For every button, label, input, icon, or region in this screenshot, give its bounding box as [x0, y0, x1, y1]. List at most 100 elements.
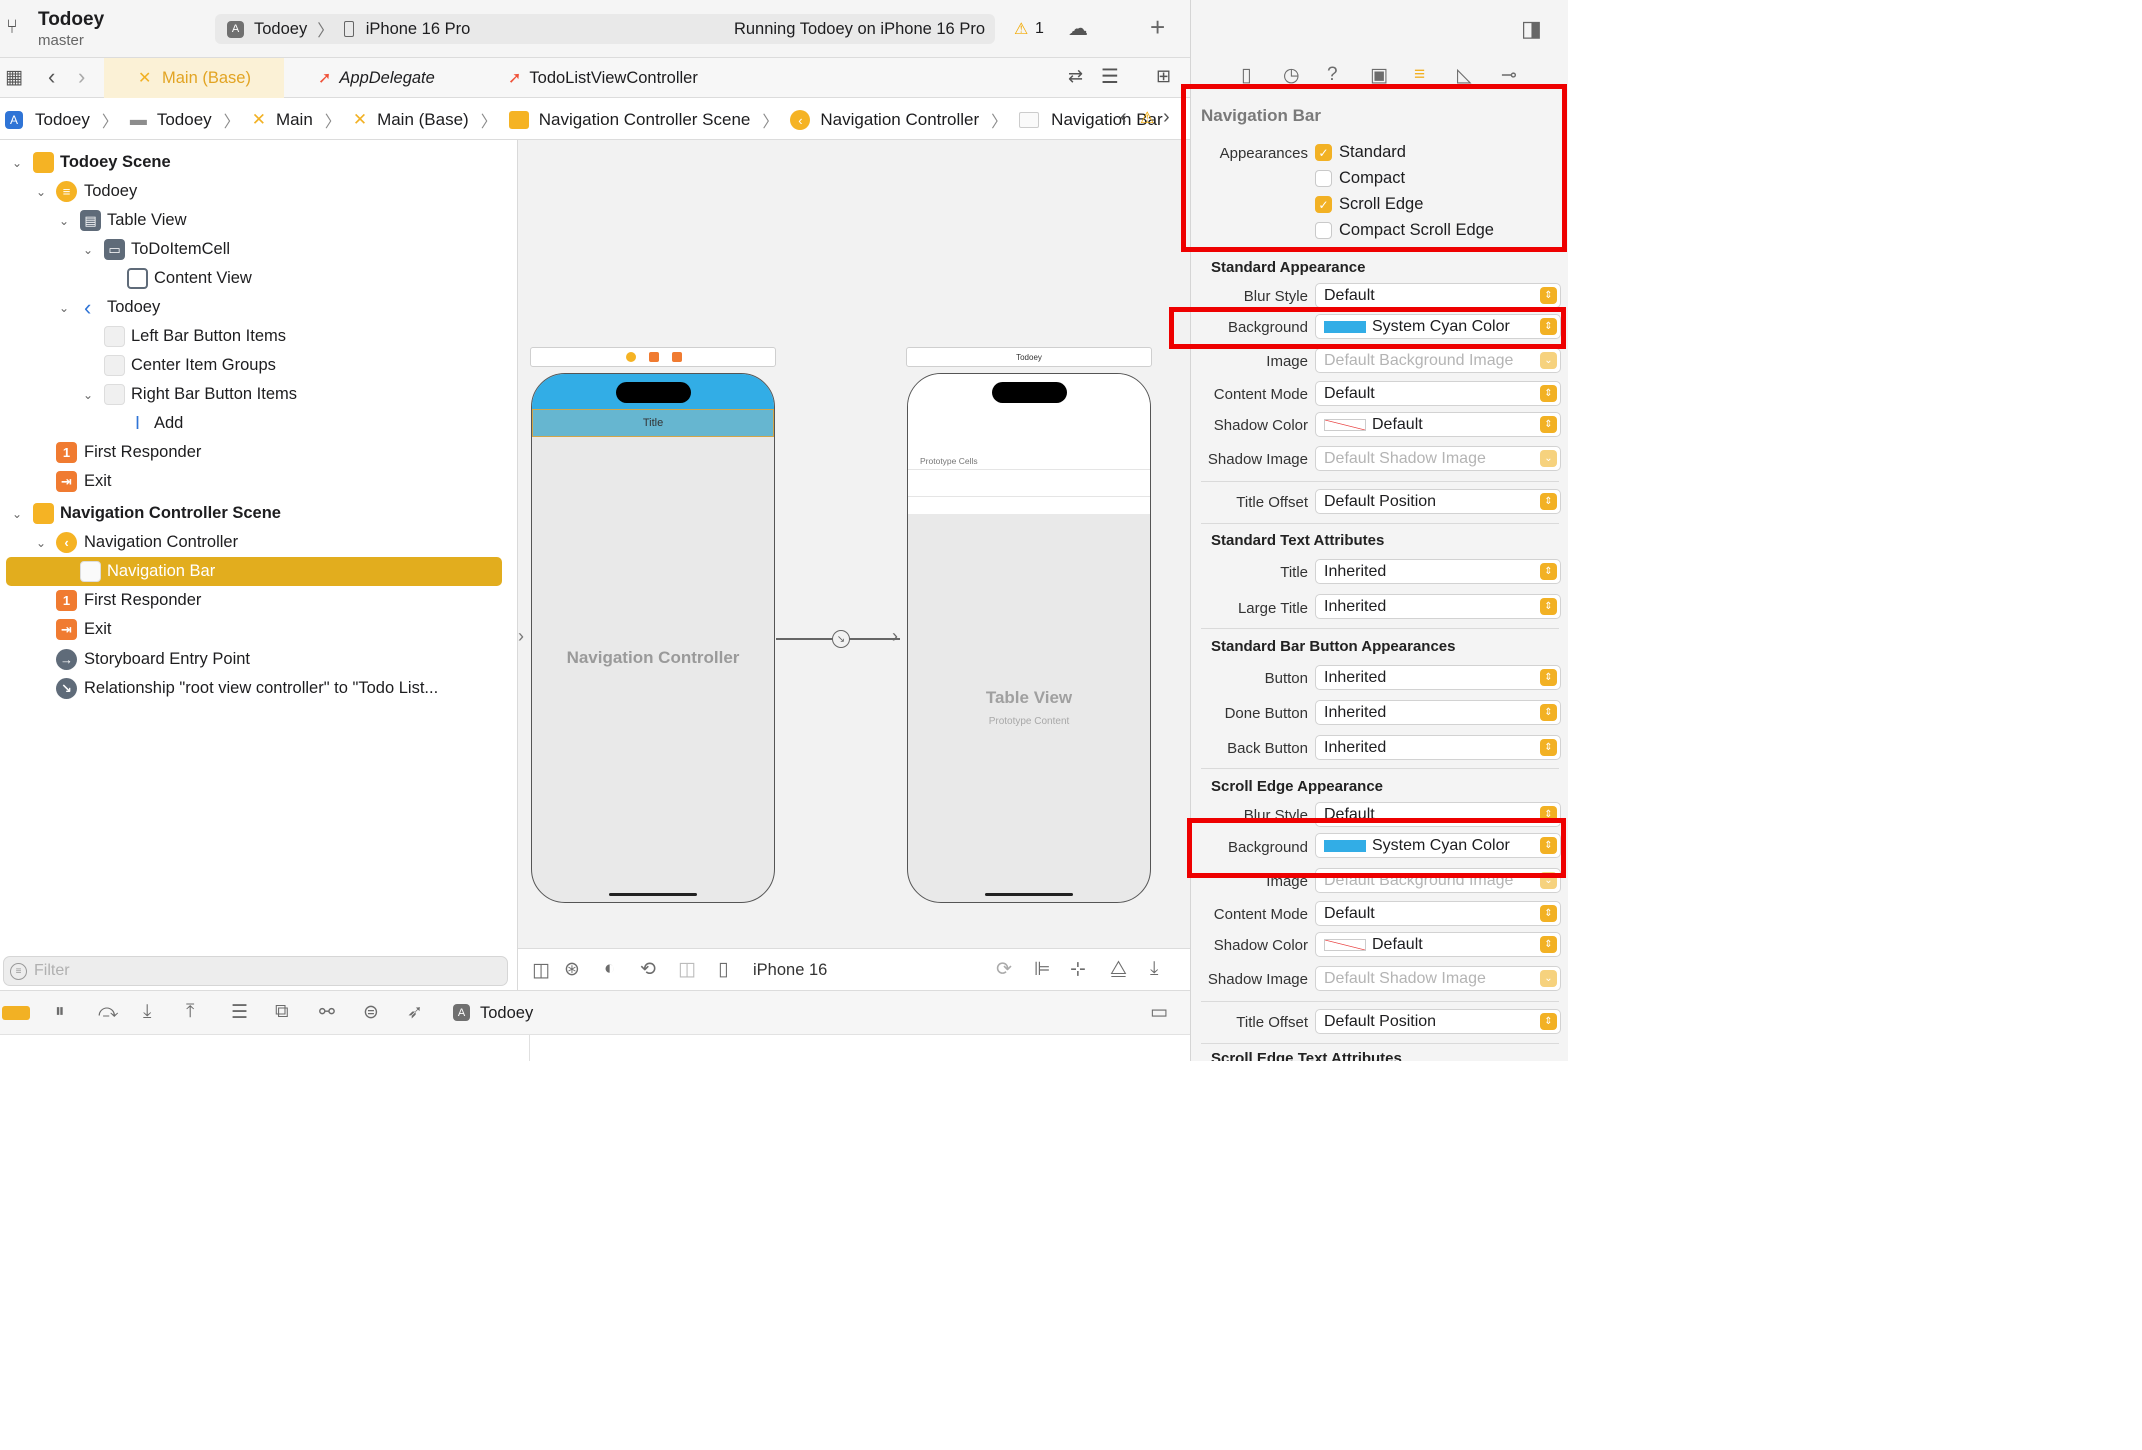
warning-icon[interactable]: ⚠	[1014, 19, 1028, 39]
button-popup[interactable]: Inherited ⇕	[1315, 665, 1561, 690]
tree-row-entry-point[interactable]: → Storyboard Entry Point	[0, 645, 518, 674]
add-editor-icon[interactable]: ⊞	[1156, 66, 1171, 87]
content-mode-popup[interactable]: Default ⇕	[1315, 381, 1561, 406]
tree-row-add[interactable]: I Add	[0, 409, 518, 438]
tree-row-left-bar-button-items[interactable]: Left Bar Button Items	[0, 322, 518, 351]
tab-main-base[interactable]: ✕ Main (Base)	[104, 58, 284, 98]
console-toggle-icon[interactable]: ▭	[1150, 1001, 1168, 1024]
breadcrumb-item[interactable]: Navigation Controller Scene	[539, 110, 751, 130]
toggle-outline-icon[interactable]: ◫	[532, 959, 550, 982]
cloud-icon[interactable]: ☁	[1068, 16, 1088, 41]
chevron-down-icon[interactable]: ⌄	[34, 536, 48, 550]
image-combo[interactable]: Default Background Image ⌄	[1315, 348, 1561, 373]
chevron-down-icon[interactable]: ⌄	[81, 243, 95, 257]
tree-row-center-item-groups[interactable]: Center Item Groups	[0, 351, 518, 380]
forward-icon[interactable]: ›	[78, 64, 85, 90]
breadcrumb-item[interactable]: Todoey	[35, 110, 90, 130]
tab-appdelegate[interactable]: ➚ AppDelegate	[318, 68, 435, 88]
nav-controller-phone[interactable]: Title Navigation Controller	[531, 373, 775, 903]
device-name[interactable]: iPhone 16	[753, 961, 827, 980]
branch-icon[interactable]: ⑂	[6, 16, 18, 39]
breakpoint-icon[interactable]	[2, 1006, 30, 1020]
breadcrumb-item[interactable]: Main	[276, 110, 313, 130]
warning-count[interactable]: 1	[1035, 20, 1044, 38]
chevron-down-icon[interactable]: ⌄	[81, 388, 95, 402]
next-issue-icon[interactable]: ›	[1163, 106, 1170, 129]
tree-row-first-responder[interactable]: 1 First Responder	[0, 586, 518, 615]
swap-icon[interactable]: ⇄	[1068, 66, 1083, 87]
navigation-bar[interactable]: Title	[532, 409, 774, 437]
chevron-down-icon[interactable]: ⌄	[10, 507, 24, 521]
storyboard-canvas[interactable]: › Title Navigation Controller ↘ › Todoey	[518, 140, 1190, 948]
title-popup[interactable]: Inherited ⇕	[1315, 559, 1561, 584]
tree-row-navigation-item[interactable]: ⌄ ‹ Todoey	[0, 293, 518, 322]
chevron-down-icon[interactable]: ⌄	[34, 185, 48, 199]
nav-controller-icon[interactable]	[626, 352, 636, 362]
step-into-icon[interactable]: ⤓	[143, 1001, 151, 1023]
tree-row-todoey-scene[interactable]: ⌄ Todoey Scene	[0, 148, 518, 177]
scheme-target[interactable]: Todoey	[254, 20, 307, 39]
add-constraints-icon[interactable]: ⊹	[1070, 958, 1086, 981]
resolve-issues-icon[interactable]: ⧋	[1110, 958, 1127, 980]
chevron-down-icon[interactable]: ⌄	[10, 156, 24, 170]
breadcrumb-item[interactable]: Main (Base)	[377, 110, 469, 130]
tree-row-first-responder[interactable]: 1 First Responder	[0, 438, 518, 467]
orientation-icon[interactable]: ⟲	[640, 958, 656, 981]
tree-row-exit[interactable]: ⇥ Exit	[0, 615, 518, 644]
editor-options-icon[interactable]: ☰	[1101, 64, 1119, 89]
scene-dock[interactable]	[530, 347, 776, 367]
device-icon[interactable]: ▯	[718, 958, 728, 981]
memory-graph-icon[interactable]: ⧉	[275, 1001, 289, 1023]
prototype-cell[interactable]	[908, 469, 1150, 497]
tree-row-exit[interactable]: ⇥ Exit	[0, 467, 518, 496]
embed-icon[interactable]: ⤓	[1150, 958, 1158, 980]
attributes-icon[interactable]: ≡	[1414, 64, 1425, 86]
se-shadow-image-combo[interactable]: Default Shadow Image ⌄	[1315, 966, 1561, 991]
grid-icon[interactable]: ▦	[5, 66, 23, 89]
se-shadow-color-popup[interactable]: Default ⇕	[1315, 932, 1561, 957]
breadcrumb-item[interactable]: Navigation Controller	[820, 110, 979, 130]
exit-icon[interactable]	[672, 352, 682, 362]
help-icon[interactable]: ?	[1327, 64, 1338, 86]
align-icon[interactable]: ⊫	[1034, 958, 1051, 981]
chevron-down-icon[interactable]: ⌄	[57, 301, 71, 315]
prev-issue-icon[interactable]: ‹	[1120, 106, 1127, 129]
tree-row-navigation-bar[interactable]: Navigation Bar	[6, 557, 502, 586]
split-view-icon[interactable]: ◫	[678, 958, 696, 981]
view-hierarchy-icon[interactable]: ☰	[231, 1001, 248, 1024]
warning-icon[interactable]: ⚠	[1140, 108, 1154, 128]
large-title-popup[interactable]: Inherited ⇕	[1315, 594, 1561, 619]
shadow-image-combo[interactable]: Default Shadow Image ⌄	[1315, 446, 1561, 471]
segue-icon[interactable]: ↘	[832, 630, 850, 648]
back-icon[interactable]: ‹	[48, 64, 55, 90]
tree-row-relationship[interactable]: ↘ Relationship "root view controller" to…	[0, 674, 518, 703]
first-responder-icon[interactable]	[649, 352, 659, 362]
filter-field[interactable]: ≡ Filter	[3, 956, 508, 986]
tree-row-todoey-vc[interactable]: ⌄ ≡ Todoey	[0, 177, 518, 206]
pause-icon[interactable]: ⏸	[55, 1001, 65, 1023]
graph-icon[interactable]: ⚯	[319, 1001, 335, 1024]
environment-icon[interactable]: ⊜	[363, 1001, 379, 1024]
debug-target[interactable]: Todoey	[480, 1004, 533, 1023]
scheme-bar[interactable]: A Todoey 〉 iPhone 16 Pro Running Todoey …	[215, 14, 995, 44]
step-out-icon[interactable]: ⤒	[186, 1001, 194, 1023]
chevron-down-icon[interactable]: ⌄	[57, 214, 71, 228]
breadcrumb-item[interactable]: Todoey	[157, 110, 212, 130]
tab-todolistviewcontroller[interactable]: ➚ TodoListViewController	[508, 68, 698, 88]
appearance-icon[interactable]: ◐	[604, 958, 615, 980]
tree-row-nav-controller-scene[interactable]: ⌄ Navigation Controller Scene	[0, 499, 518, 528]
tree-row-nav-controller[interactable]: ⌄ ‹ Navigation Controller	[0, 528, 518, 557]
add-icon[interactable]: +	[1150, 12, 1165, 43]
tree-row-content-view[interactable]: Content View	[0, 264, 518, 293]
update-frames-icon[interactable]: ⟳	[996, 958, 1012, 981]
scene-dock[interactable]: Todoey	[906, 347, 1152, 367]
scheme-device[interactable]: iPhone 16 Pro	[366, 20, 471, 39]
shadow-color-popup[interactable]: Default ⇕	[1315, 412, 1561, 437]
se-content-mode-popup[interactable]: Default ⇕	[1315, 901, 1561, 926]
tree-row-cell[interactable]: ⌄ ▭ ToDoItemCell	[0, 235, 518, 264]
tree-row-table-view[interactable]: ⌄ ▤ Table View	[0, 206, 518, 235]
accessibility-icon[interactable]: ⊛	[564, 958, 580, 981]
location-icon[interactable]: ➶	[407, 1001, 423, 1024]
step-over-icon[interactable]: ⤼	[98, 1001, 118, 1023]
done-button-popup[interactable]: Inherited ⇕	[1315, 700, 1561, 725]
